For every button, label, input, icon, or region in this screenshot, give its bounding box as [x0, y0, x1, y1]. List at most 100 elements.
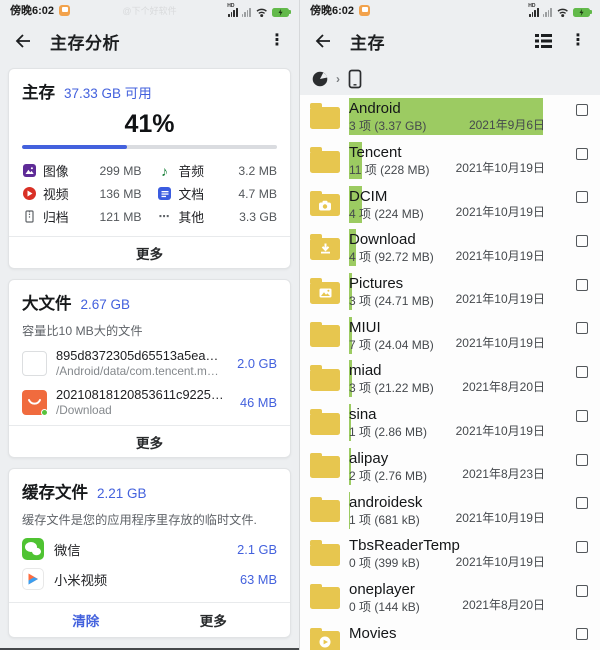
overflow-menu-icon[interactable]: ⋮: [570, 33, 586, 49]
large-file-row[interactable]: 20210818120853611c922571f39.apk /Downloa…: [22, 387, 277, 417]
file-name: 20210818120853611c922571f39.apk: [56, 387, 227, 402]
folder-glyph-camera: [310, 194, 340, 216]
folder-row[interactable]: MIUI 7 项 (24.04 MB) 2021年10月19日: [300, 313, 600, 357]
category-item[interactable]: 文档 4.7 MB: [158, 182, 278, 205]
folder-checkbox[interactable]: [576, 585, 588, 597]
category-item[interactable]: ⋯ 其他 3.3 GB: [158, 205, 278, 228]
folder-icon: [310, 325, 340, 347]
category-item[interactable]: 归档 121 MB: [22, 205, 142, 228]
folder-date: 2021年10月19日: [456, 159, 545, 176]
folder-row[interactable]: TbsReaderTemp 0 项 (399 kB) 2021年10月19日: [300, 532, 600, 576]
cache-more-button[interactable]: 更多: [150, 610, 278, 630]
page-title: 主存分析: [50, 29, 120, 54]
folder-checkbox[interactable]: [576, 628, 588, 640]
folder-icon: [310, 413, 340, 435]
folder-icon: [310, 631, 340, 650]
chevron-right-icon: ›: [336, 72, 340, 86]
folder-checkbox[interactable]: [576, 366, 588, 378]
folder-date: 2021年9月6日: [469, 116, 545, 133]
folder-glyph-plain: [310, 413, 340, 435]
file-size: 46 MB: [240, 395, 277, 410]
cache-app-row[interactable]: 微信 2.1 GB: [22, 534, 277, 564]
storage-progress-fill: [22, 145, 127, 149]
mivideo-icon: [22, 568, 44, 590]
folder-checkbox[interactable]: [576, 410, 588, 422]
folder-row[interactable]: Tencent 11 项 (228 MB) 2021年10月19日: [300, 139, 600, 183]
storage-pie-icon[interactable]: [312, 71, 328, 87]
category-size: 121 MB: [99, 210, 141, 224]
category-item[interactable]: 视频 136 MB: [22, 182, 142, 205]
folder-date: 2021年10月19日: [456, 247, 545, 264]
folder-date: 2021年10月19日: [456, 553, 545, 570]
notification-message-icon: [359, 5, 370, 16]
list-view-icon[interactable]: [535, 34, 552, 48]
back-icon[interactable]: [14, 33, 32, 49]
back-icon[interactable]: [314, 33, 332, 49]
folder-date: 2021年8月23日: [462, 465, 545, 482]
folder-icon: [310, 369, 340, 391]
folder-date: 2021年10月19日: [456, 203, 545, 220]
signal-icon: HD: [228, 4, 237, 17]
folder-row[interactable]: Pictures 3 项 (24.71 MB) 2021年10月19日: [300, 270, 600, 314]
folder-icon: [310, 587, 340, 609]
folder-icon: [310, 238, 340, 260]
status-time: 傍晚6:02: [310, 2, 354, 18]
large-files-subtitle: 容量比10 MB大的文件: [22, 321, 277, 339]
folder-glyph-plain: [310, 107, 340, 129]
folder-row[interactable]: Download 4 项 (92.72 MB) 2021年10月19日: [300, 226, 600, 270]
folder-row[interactable]: DCIM 4 项 (224 MB) 2021年10月19日: [300, 182, 600, 226]
folder-checkbox[interactable]: [576, 541, 588, 553]
folder-checkbox[interactable]: [576, 191, 588, 203]
overflow-menu-icon[interactable]: ⋮: [269, 33, 285, 49]
folder-glyph-plain: [310, 500, 340, 522]
file-size: 2.0 GB: [237, 356, 277, 371]
clear-cache-button[interactable]: 清除: [22, 610, 150, 630]
folder-checkbox[interactable]: [576, 235, 588, 247]
folder-checkbox[interactable]: [576, 454, 588, 466]
video-icon: [22, 187, 36, 200]
folder-checkbox[interactable]: [576, 148, 588, 160]
phone-storage-icon[interactable]: [348, 69, 362, 89]
category-size: 136 MB: [99, 187, 141, 201]
large-files-more-button[interactable]: 更多: [22, 426, 277, 457]
category-size: 3.3 GB: [239, 210, 277, 224]
category-item[interactable]: ♪ 音频 3.2 MB: [158, 159, 278, 182]
file-name: 895d8372305d65513a5ea0d71f7e45e9: [56, 348, 224, 363]
status-icons: HD: [228, 4, 289, 17]
large-file-row[interactable]: 895d8372305d65513a5ea0d71f7e45e9 /Androi…: [22, 348, 277, 378]
wifi-icon: [556, 7, 569, 17]
battery-icon: [272, 8, 289, 17]
cache-app-row[interactable]: 小米视频 63 MB: [22, 564, 277, 594]
category-label: 音频: [179, 161, 205, 180]
folder-row[interactable]: alipay 2 项 (2.76 MB) 2021年8月23日: [300, 445, 600, 489]
folder-glyph-plain: [310, 544, 340, 566]
folder-checkbox[interactable]: [576, 279, 588, 291]
folder-date: 2021年10月19日: [456, 509, 545, 526]
folder-name: Movies: [349, 624, 600, 643]
battery-icon: [573, 8, 590, 17]
folder-glyph-plain: [310, 587, 340, 609]
storage-card-title: 主存: [22, 79, 55, 103]
category-label: 文档: [179, 184, 205, 203]
audio-icon: ♪: [158, 163, 172, 179]
folder-date: 2021年10月19日: [456, 290, 545, 307]
folder-date: 2021年10月19日: [456, 334, 545, 351]
folder-checkbox[interactable]: [576, 322, 588, 334]
storage-more-button[interactable]: 更多: [22, 237, 277, 268]
folder-row[interactable]: sina 1 项 (2.86 MB) 2021年10月19日: [300, 401, 600, 445]
notification-message-icon: [59, 5, 70, 16]
file-path: /Download: [56, 403, 227, 417]
folder-checkbox[interactable]: [576, 497, 588, 509]
storage-available: 37.33 GB 可用: [64, 82, 152, 102]
folder-checkbox[interactable]: [576, 104, 588, 116]
category-item[interactable]: 图像 299 MB: [22, 159, 142, 182]
folder-glyph-plain: [310, 369, 340, 391]
folder-row[interactable]: miad 3 项 (21.22 MB) 2021年8月20日: [300, 357, 600, 401]
wifi-icon: [255, 7, 268, 17]
folder-row[interactable]: Android 3 项 (3.37 GB) 2021年9月6日: [300, 95, 600, 139]
folder-row[interactable]: oneplayer 0 项 (144 kB) 2021年8月20日: [300, 576, 600, 620]
folder-row[interactable]: androidesk 1 项 (681 kB) 2021年10月19日: [300, 488, 600, 532]
folder-icon: [310, 544, 340, 566]
folder-row[interactable]: Movies: [300, 619, 600, 650]
signal2-icon: [543, 4, 552, 17]
